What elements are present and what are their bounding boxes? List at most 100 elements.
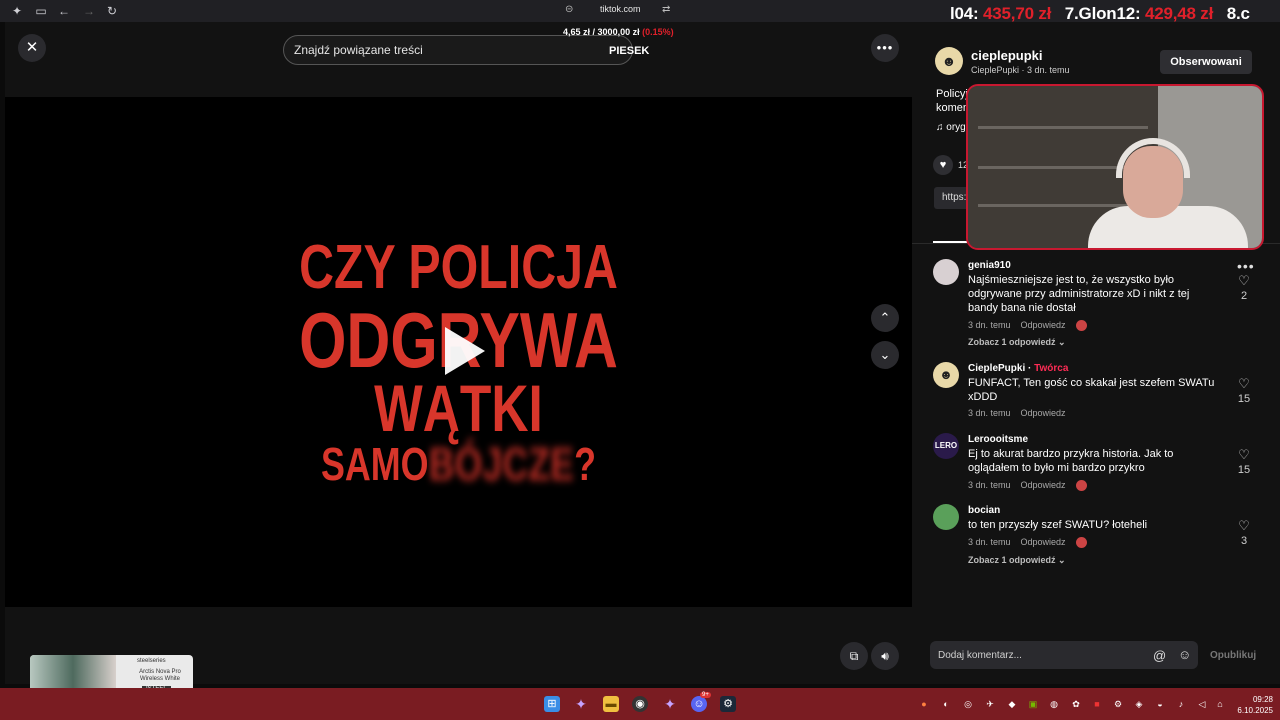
- tray-app-icon[interactable]: ✈: [984, 698, 996, 710]
- comment-avatar[interactable]: [933, 259, 959, 285]
- play-icon[interactable]: [445, 327, 485, 375]
- video-player[interactable]: CZY POLICJA ODGRYWA WĄTKI SAMOBÓJCZE?: [5, 97, 912, 607]
- comment-text: Ej to akurat bardzo przykra historia. Ja…: [968, 448, 1174, 474]
- author-avatar[interactable]: ☻: [935, 47, 963, 75]
- nvidia-icon[interactable]: ▣: [1027, 698, 1039, 710]
- reply-button[interactable]: Odpowiedz: [1021, 408, 1066, 418]
- creator-liked-avatar: [1075, 320, 1087, 332]
- music-label: oryg: [946, 122, 966, 133]
- comment-likes: 2: [1240, 290, 1248, 302]
- publish-button[interactable]: Opublikuj: [1210, 650, 1256, 661]
- more-icon[interactable]: •••: [871, 34, 899, 62]
- see-replies[interactable]: Zobacz 1 odpowiedź ⌄: [968, 555, 1066, 566]
- comment-user[interactable]: genia910: [968, 260, 1011, 271]
- tray-app-icon[interactable]: ■: [1091, 698, 1103, 710]
- comment-user[interactable]: CieplePupki · Twórca: [968, 363, 1068, 374]
- chevron-down-icon: ⌄: [1058, 555, 1066, 565]
- tray-app-icon[interactable]: ◎: [962, 698, 974, 710]
- windows-start-icon[interactable]: ⊞: [544, 696, 560, 712]
- follow-button[interactable]: Obserwowani: [1160, 50, 1252, 74]
- rank2-label: 7.Glon12:: [1064, 4, 1141, 23]
- creator-liked-avatar: [1075, 537, 1087, 549]
- heart-icon[interactable]: ♡: [1237, 273, 1251, 289]
- author-name[interactable]: cieplepupki: [971, 48, 1043, 63]
- video-line-4-end: ?: [574, 438, 597, 490]
- network-icon[interactable]: ⌂: [1214, 698, 1226, 710]
- see-replies-label: Zobacz 1 odpowiedź: [968, 555, 1056, 565]
- comment-input[interactable]: [930, 641, 1140, 669]
- tray-app-icon[interactable]: ●: [918, 698, 930, 710]
- video-line-3: WĄTKI: [374, 371, 543, 445]
- tray-steam-icon[interactable]: ⚙: [1112, 698, 1124, 710]
- goal-current: 4,65 zł: [563, 27, 591, 37]
- steam-icon[interactable]: ⚙: [720, 696, 736, 712]
- volume-icon[interactable]: 🔊︎: [871, 642, 899, 670]
- close-icon[interactable]: ✕: [18, 34, 46, 62]
- tray-discord-icon[interactable]: ◐: [940, 698, 952, 710]
- reply-button[interactable]: Odpowiedz: [1021, 480, 1066, 490]
- comment-avatar[interactable]: ☻: [933, 362, 959, 388]
- search-box[interactable]: [283, 35, 633, 65]
- comment-user[interactable]: bocian: [968, 505, 1000, 516]
- browser-taskbar-icon[interactable]: ✦: [662, 696, 678, 712]
- music-link[interactable]: ♫ oryg: [936, 122, 966, 133]
- mention-icon[interactable]: @: [1153, 648, 1166, 663]
- video-line-1: CZY POLICJA: [299, 233, 618, 302]
- overlay-word: PIESEK: [609, 45, 650, 57]
- comment-text: FUNFACT, Ten gość co skakał jest szefem …: [968, 377, 1215, 403]
- sidebar-toggle-icon[interactable]: ▭: [33, 3, 49, 19]
- comment-text: Najśmieszniejsze jest to, że wszystko by…: [968, 274, 1190, 314]
- heart-icon[interactable]: ♥: [933, 155, 953, 175]
- heart-icon[interactable]: ♡: [1237, 447, 1251, 463]
- emoji-icon[interactable]: ☺: [1178, 647, 1191, 662]
- site-info-icon[interactable]: ⊝: [565, 4, 573, 15]
- creator-badge: Twórca: [1034, 363, 1069, 374]
- comment-avatar[interactable]: LERO: [933, 433, 959, 459]
- comment-time: 3 dn. temu: [968, 480, 1011, 490]
- tray-app-icon[interactable]: ✿: [1070, 698, 1082, 710]
- video-line-4-start: SAMO: [320, 438, 429, 490]
- comment-likes: 15: [1237, 393, 1251, 405]
- comment-likes: 3: [1240, 535, 1248, 547]
- discord-icon[interactable]: ☺: [691, 696, 707, 712]
- creator-liked-avatar: [1075, 480, 1087, 492]
- chevron-up-icon[interactable]: ⌃: [871, 304, 899, 332]
- reload-icon[interactable]: ↻: [104, 3, 120, 19]
- obs-icon[interactable]: ◉: [632, 696, 648, 712]
- tray-app-icon[interactable]: ◈: [1133, 698, 1145, 710]
- comment-time: 3 dn. temu: [968, 408, 1011, 418]
- reply-button[interactable]: Odpowiedz: [1021, 537, 1066, 547]
- widgets-icon[interactable]: ✦: [573, 696, 589, 712]
- browser-menu-icon[interactable]: ✦: [9, 3, 25, 19]
- comment-user[interactable]: Leroooitsme: [968, 434, 1028, 445]
- search-input[interactable]: [284, 36, 594, 64]
- rank2-value: 429,48 zł: [1144, 4, 1214, 23]
- ad-brand: steelseries: [137, 658, 166, 664]
- share-icon[interactable]: ⇄: [662, 4, 670, 15]
- see-replies[interactable]: Zobacz 1 odpowiedź ⌄: [968, 337, 1066, 348]
- chevron-down-icon[interactable]: ⌄: [871, 341, 899, 369]
- tray-app-icon[interactable]: ◆: [1006, 698, 1018, 710]
- comment-avatar[interactable]: [933, 504, 959, 530]
- author-subtitle: CieplePupki · 3 dn. temu: [971, 65, 1070, 75]
- address-bar[interactable]: tiktok.com: [600, 4, 641, 14]
- video-line-4: SAMOBÓJCZE?: [105, 437, 812, 491]
- stream-leaderboard: l04: 435,70 zł 7.Glon12: 429,48 zł 8.c: [950, 4, 1250, 24]
- comment-meta: 3 dn. temu Odpowiedz: [968, 408, 1076, 418]
- comment-meta: 3 dn. temu Odpowiedz: [968, 480, 1097, 492]
- heart-icon[interactable]: ♡: [1237, 518, 1251, 534]
- comment-more-icon[interactable]: •••: [1237, 258, 1255, 274]
- tray-app-icon[interactable]: ◍: [1048, 698, 1060, 710]
- stream-goal: 4,65 zł / 3000,00 zł (0.15%): [563, 27, 674, 37]
- heart-icon[interactable]: ♡: [1237, 376, 1251, 392]
- music-note-icon: ♫: [936, 122, 944, 133]
- tray-app-icon[interactable]: ◒: [1154, 698, 1166, 710]
- clock[interactable]: 09:28 6.10.2025: [1233, 694, 1273, 716]
- forward-icon[interactable]: →: [81, 3, 97, 19]
- microphone-icon[interactable]: ♪: [1175, 698, 1187, 710]
- volume-tray-icon[interactable]: ◁: [1196, 698, 1208, 710]
- file-explorer-icon[interactable]: ▬: [603, 696, 619, 712]
- reply-button[interactable]: Odpowiedz: [1021, 320, 1066, 330]
- back-icon[interactable]: ←: [56, 3, 72, 19]
- pip-icon[interactable]: ⧉: [840, 642, 868, 670]
